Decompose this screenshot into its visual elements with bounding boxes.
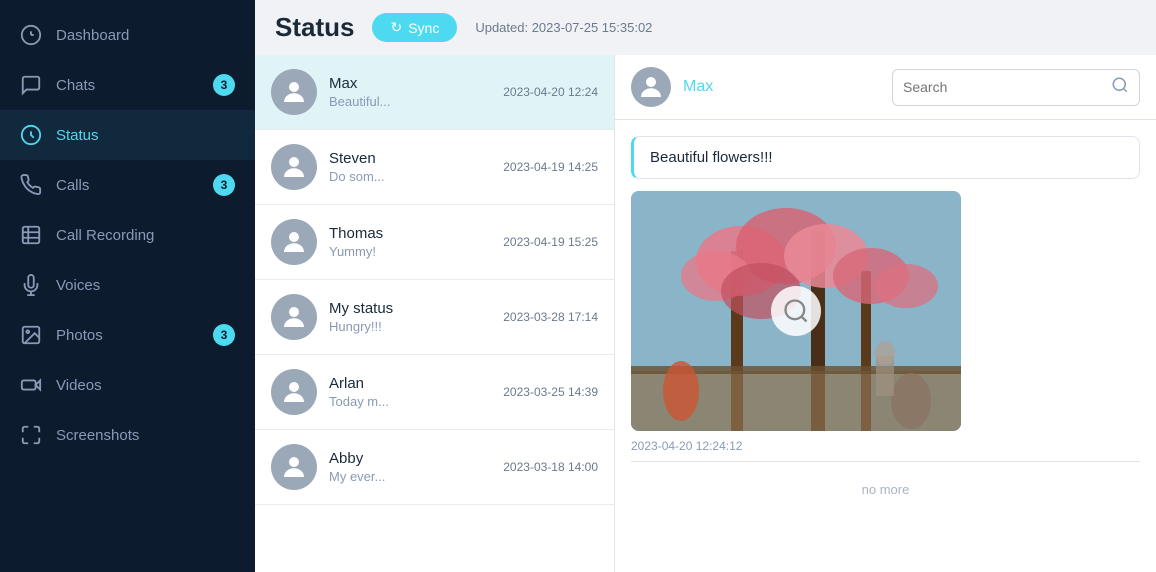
sync-icon: ↻: [390, 19, 402, 36]
sidebar-item-screenshots[interactable]: Screenshots: [0, 410, 255, 460]
sidebar-item-label: Status: [56, 127, 99, 144]
screenshots-icon: [20, 424, 42, 446]
status-time: 2023-03-18 14:00: [503, 460, 598, 474]
contact-name: Arlan: [329, 375, 491, 392]
status-list: Max Beautiful... 2023-04-20 12:24 Steven…: [255, 55, 615, 572]
detail-panel: Max Beautiful flowers!!!: [615, 55, 1156, 572]
status-time: 2023-04-19 15:25: [503, 235, 598, 249]
status-time: 2023-04-20 12:24: [503, 85, 598, 99]
sidebar-item-call-recording[interactable]: Call Recording: [0, 210, 255, 260]
search-icon: [1111, 76, 1129, 99]
photos-badge: 3: [213, 324, 235, 346]
no-more-label: no more: [631, 461, 1140, 517]
sidebar-item-label: Photos: [56, 327, 103, 344]
sidebar-item-videos[interactable]: Videos: [0, 360, 255, 410]
item-info: Max Beautiful...: [329, 75, 491, 109]
status-preview: Beautiful...: [329, 94, 491, 109]
contact-name: Thomas: [329, 225, 491, 242]
page-title: Status: [275, 12, 354, 43]
item-info: Abby My ever...: [329, 450, 491, 484]
list-item[interactable]: Abby My ever... 2023-03-18 14:00: [255, 430, 614, 505]
avatar: [271, 444, 317, 490]
sidebar-item-label: Voices: [56, 277, 100, 294]
view-icon[interactable]: [771, 286, 821, 336]
item-info: My status Hungry!!!: [329, 300, 491, 334]
page-header: Status ↻ Sync Updated: 2023-07-25 15:35:…: [255, 0, 1156, 55]
avatar: [271, 369, 317, 415]
list-item[interactable]: Steven Do som... 2023-04-19 14:25: [255, 130, 614, 205]
sidebar-item-chats[interactable]: Chats 3: [0, 60, 255, 110]
status-preview: Today m...: [329, 394, 491, 409]
dashboard-icon: [20, 24, 42, 46]
updated-text: Updated: 2023-07-25 15:35:02: [475, 20, 652, 35]
sidebar-item-voices[interactable]: Voices: [0, 260, 255, 310]
sidebar-item-status[interactable]: Status: [0, 110, 255, 160]
avatar: [631, 67, 671, 107]
detail-header: Max: [615, 55, 1156, 120]
avatar: [271, 69, 317, 115]
contact-name: Steven: [329, 150, 491, 167]
message-bubble: Beautiful flowers!!!: [631, 136, 1140, 179]
item-info: Steven Do som...: [329, 150, 491, 184]
sidebar-item-label: Dashboard: [56, 27, 129, 44]
list-item[interactable]: Arlan Today m... 2023-03-25 14:39: [255, 355, 614, 430]
main-content: Status ↻ Sync Updated: 2023-07-25 15:35:…: [255, 0, 1156, 572]
status-icon: [20, 124, 42, 146]
sidebar-item-label: Screenshots: [56, 427, 139, 444]
status-image[interactable]: [631, 191, 961, 431]
status-preview: Yummy!: [329, 244, 491, 259]
avatar: [271, 294, 317, 340]
status-time: 2023-03-28 17:14: [503, 310, 598, 324]
search-input[interactable]: [903, 79, 1103, 95]
avatar: [271, 219, 317, 265]
calls-badge: 3: [213, 174, 235, 196]
list-item[interactable]: Max Beautiful... 2023-04-20 12:24: [255, 55, 614, 130]
chats-icon: [20, 74, 42, 96]
status-time: 2023-04-19 14:25: [503, 160, 598, 174]
list-item[interactable]: My status Hungry!!! 2023-03-28 17:14: [255, 280, 614, 355]
search-box[interactable]: [892, 69, 1140, 106]
sync-label: Sync: [408, 20, 439, 36]
sidebar-item-label: Videos: [56, 377, 102, 394]
status-preview: Hungry!!!: [329, 319, 491, 334]
call-recording-icon: [20, 224, 42, 246]
item-info: Thomas Yummy!: [329, 225, 491, 259]
videos-icon: [20, 374, 42, 396]
sidebar-item-photos[interactable]: Photos 3: [0, 310, 255, 360]
status-time: 2023-03-25 14:39: [503, 385, 598, 399]
status-preview: Do som...: [329, 169, 491, 184]
sidebar-item-label: Calls: [56, 177, 89, 194]
contact-name: Max: [329, 75, 491, 92]
contact-name: My status: [329, 300, 491, 317]
item-info: Arlan Today m...: [329, 375, 491, 409]
status-preview: My ever...: [329, 469, 491, 484]
sidebar-item-label: Call Recording: [56, 227, 154, 244]
chats-badge: 3: [213, 74, 235, 96]
content-area: Max Beautiful... 2023-04-20 12:24 Steven…: [255, 55, 1156, 572]
voices-icon: [20, 274, 42, 296]
contact-name: Abby: [329, 450, 491, 467]
detail-content: Beautiful flowers!!!: [615, 120, 1156, 572]
sidebar-item-calls[interactable]: Calls 3: [0, 160, 255, 210]
sidebar-item-label: Chats: [56, 77, 95, 94]
avatar: [271, 144, 317, 190]
image-timestamp: 2023-04-20 12:24:12: [631, 439, 1140, 453]
list-item[interactable]: Thomas Yummy! 2023-04-19 15:25: [255, 205, 614, 280]
calls-icon: [20, 174, 42, 196]
sidebar-item-dashboard[interactable]: Dashboard: [0, 10, 255, 60]
sidebar: Dashboard Chats 3 Status Calls 3 Call Re…: [0, 0, 255, 572]
photos-icon: [20, 324, 42, 346]
detail-contact-name: Max: [683, 78, 880, 96]
sync-button[interactable]: ↻ Sync: [372, 13, 457, 42]
